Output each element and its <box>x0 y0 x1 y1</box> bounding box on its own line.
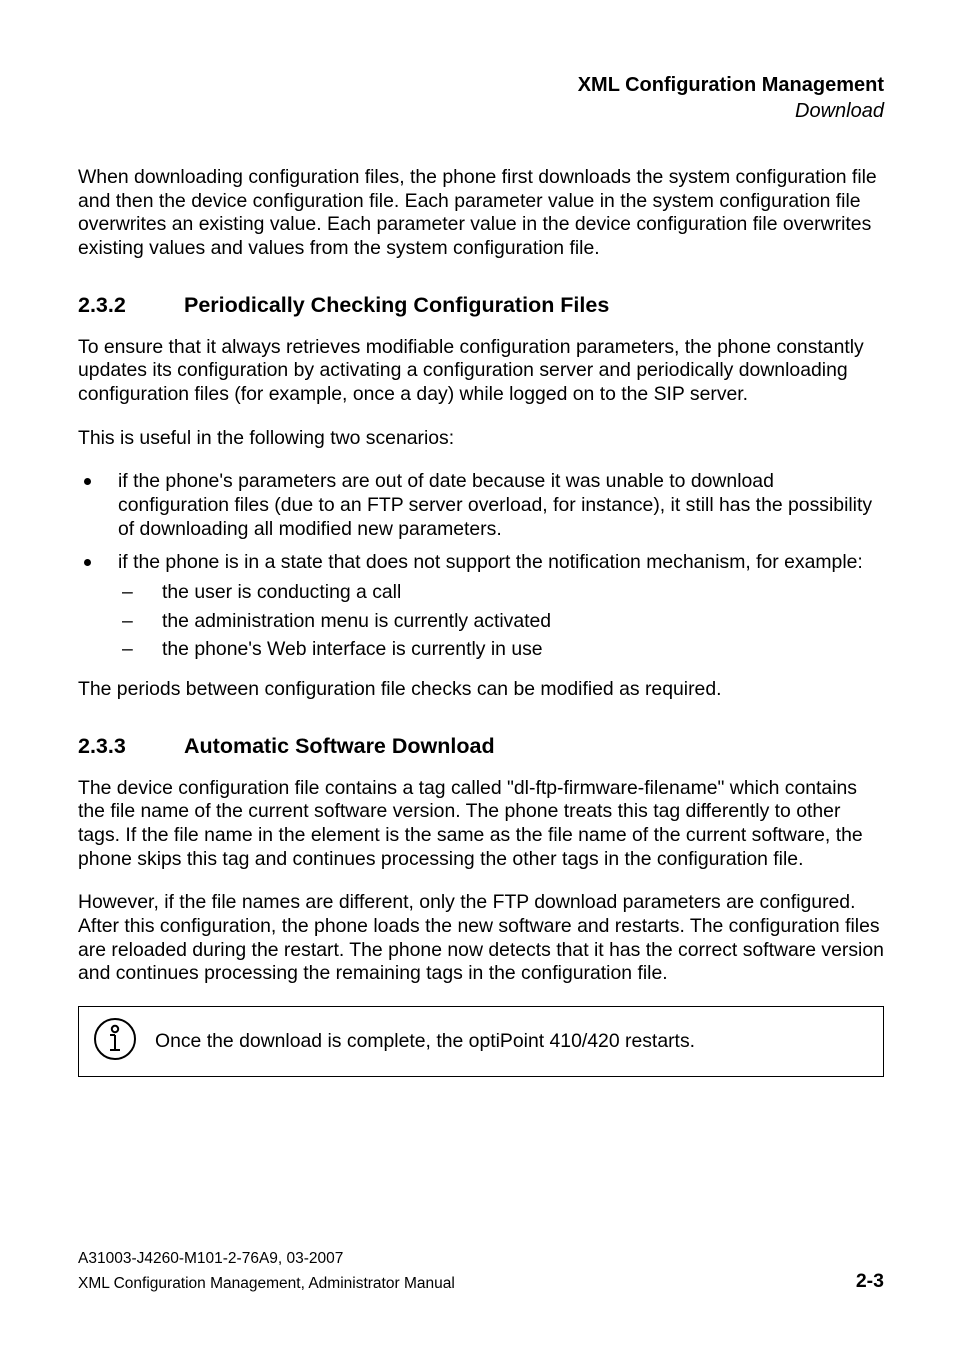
section-232-number: 2.3.2 <box>78 293 184 318</box>
section-232-title: Periodically Checking Configuration File… <box>184 293 609 317</box>
section-232-dashes: the user is conducting a call the admini… <box>118 581 884 662</box>
section-233-p1: The device configuration file contains a… <box>78 777 884 872</box>
page-footer: A31003-J4260-M101-2-76A9, 03-2007 XML Co… <box>78 1249 884 1293</box>
section-232-p3: The periods between configuration file c… <box>78 678 884 702</box>
dash-item: the administration menu is currently act… <box>118 610 884 634</box>
section-233-p2: However, if the file names are different… <box>78 891 884 986</box>
section-233-heading: 2.3.3Automatic Software Download <box>78 734 884 759</box>
bullet-item: if the phone is in a state that does not… <box>78 551 884 662</box>
page-header: XML Configuration Management Download <box>78 72 884 124</box>
section-232-bullets: if the phone's parameters are out of dat… <box>78 470 884 662</box>
info-note-box: Once the download is complete, the optiP… <box>78 1006 884 1077</box>
section-233-title: Automatic Software Download <box>184 734 495 758</box>
footer-line1: A31003-J4260-M101-2-76A9, 03-2007 <box>78 1249 884 1268</box>
section-233-number: 2.3.3 <box>78 734 184 759</box>
bullet-item: if the phone's parameters are out of dat… <box>78 470 884 541</box>
section-232-p1: To ensure that it always retrieves modif… <box>78 336 884 407</box>
page-number: 2-3 <box>856 1269 884 1293</box>
dash-item: the user is conducting a call <box>118 581 884 605</box>
dash-item: the phone's Web interface is currently i… <box>118 638 884 662</box>
intro-paragraph: When downloading configuration files, th… <box>78 166 884 261</box>
header-subtitle: Download <box>78 98 884 124</box>
section-232-heading: 2.3.2Periodically Checking Configuration… <box>78 293 884 318</box>
header-title: XML Configuration Management <box>78 72 884 98</box>
bullet-item-text: if the phone is in a state that does not… <box>118 551 863 573</box>
info-icon <box>93 1017 137 1066</box>
info-note-text: Once the download is complete, the optiP… <box>155 1030 695 1054</box>
footer-line2: XML Configuration Management, Administra… <box>78 1274 455 1293</box>
section-232-p2: This is useful in the following two scen… <box>78 427 884 451</box>
